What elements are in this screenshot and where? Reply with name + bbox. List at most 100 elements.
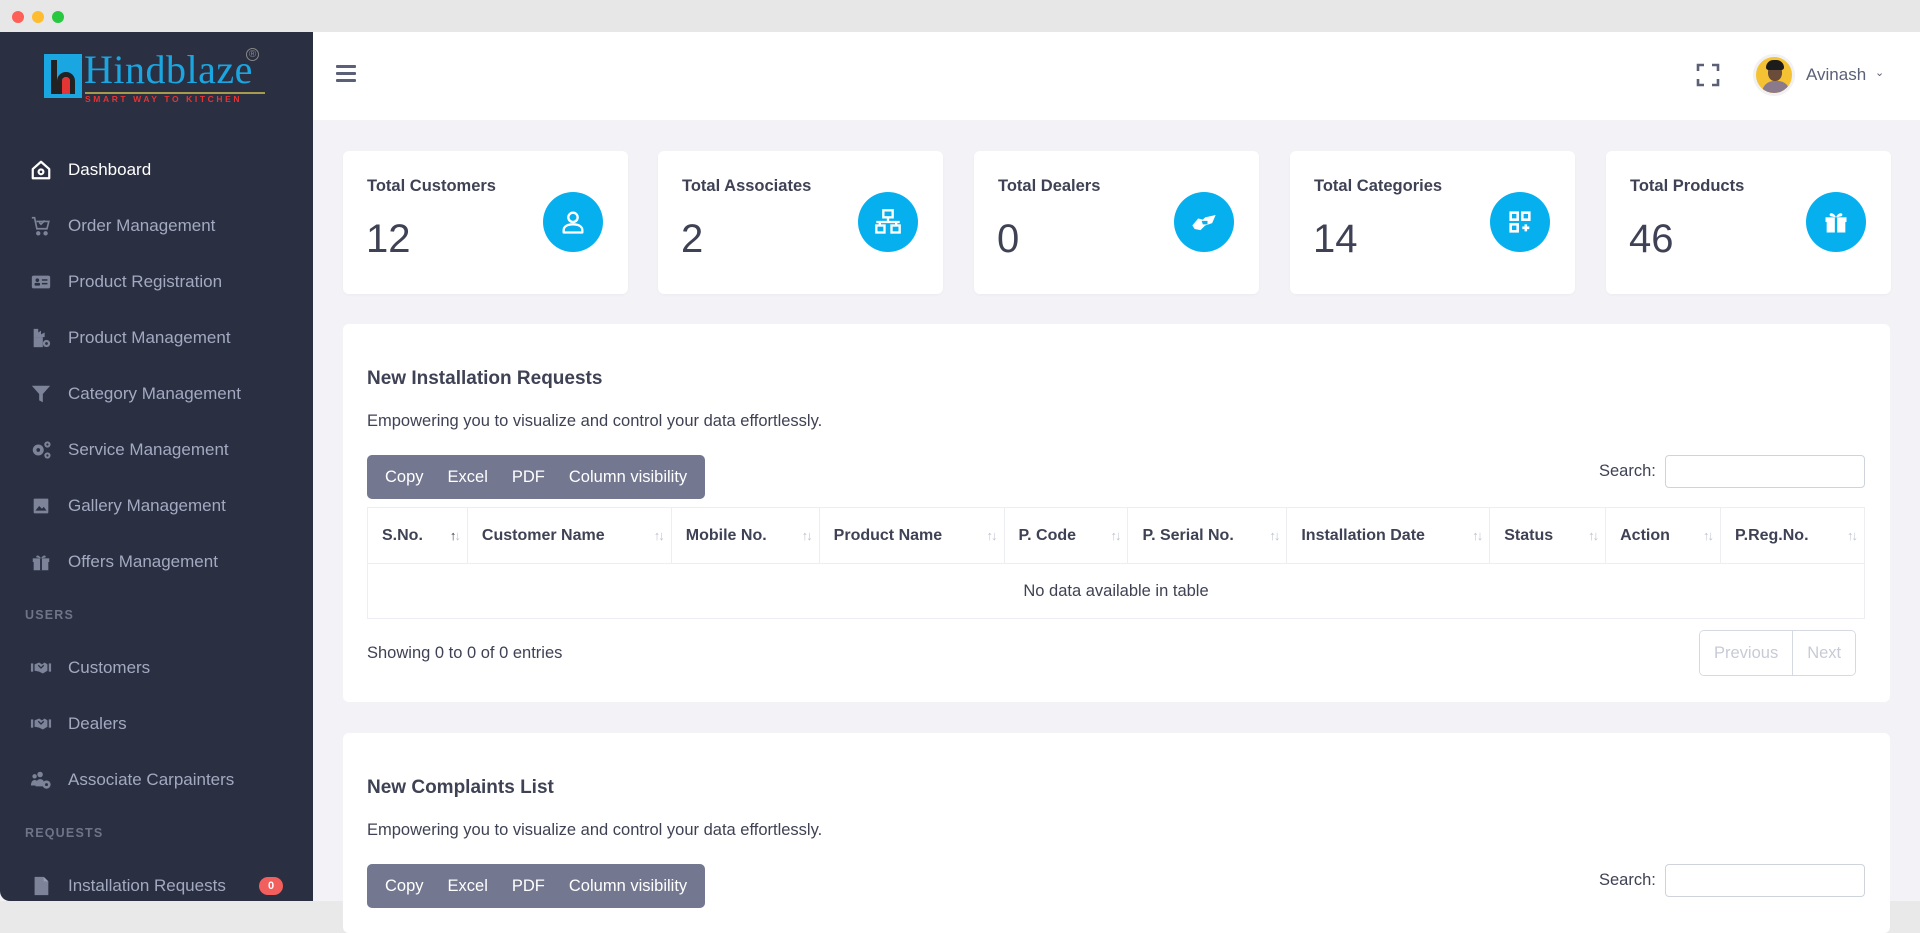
stat-value: 46 [1629, 217, 1674, 261]
sidebar-item-associate-carpainters[interactable]: Associate Carpainters [0, 752, 313, 808]
column-label: S.No. [382, 526, 423, 544]
column-header-product-name[interactable]: Product Name ↑↓ [818, 507, 1005, 564]
id-card-icon [30, 271, 52, 293]
column-header-p-code[interactable]: P. Code ↑↓ [1003, 507, 1129, 564]
pdf-button[interactable]: PDF [502, 455, 555, 499]
grid-plus-icon [1490, 192, 1550, 252]
copy-button[interactable]: Copy [375, 864, 434, 908]
search-label: Search: [1599, 462, 1656, 480]
window-close-button[interactable] [12, 11, 24, 23]
stat-card-total-associates: Total Associates 2 [658, 151, 943, 294]
column-label: Action [1620, 526, 1670, 544]
excel-button[interactable]: Excel [438, 455, 498, 499]
sidebar-item-label: Product Registration [68, 272, 223, 291]
column-header-customer-name[interactable]: Customer Name ↑↓ [466, 507, 672, 564]
column-header-p-reg-no[interactable]: P.Reg.No. ↑↓ [1720, 507, 1865, 564]
stat-label: Total Customers [367, 177, 496, 195]
panel-title: New Complaints List [367, 777, 554, 798]
sort-asc-icon: ↑↓ [449, 528, 461, 543]
window-minimize-button[interactable] [32, 11, 44, 23]
column-label: Product Name [833, 526, 943, 544]
column-label: P. Code [1018, 526, 1077, 544]
search-label: Search: [1599, 871, 1656, 889]
installation-requests-table: S.No. ↑↓ Customer Name ↑↓ Mobile No. ↑↓ Pro… [367, 507, 1865, 619]
column-label: Mobile No. [685, 526, 767, 544]
table-info: Showing 0 to 0 of 0 entries [367, 644, 563, 662]
sidebar-item-dealers[interactable]: Dealers [0, 696, 313, 752]
column-header-status[interactable]: Status ↑↓ [1489, 507, 1607, 564]
next-page-button[interactable]: Next [1792, 631, 1856, 675]
column-visibility-button[interactable]: Column visibility [559, 864, 697, 908]
chevron-down-icon[interactable]: ⌄ [1875, 66, 1884, 79]
sidebar-item-category-management[interactable]: Category Management [0, 366, 313, 422]
column-header-mobile-no[interactable]: Mobile No. ↑↓ [670, 507, 820, 564]
sidebar-item-label: Order Management [68, 216, 216, 235]
column-header-sno[interactable]: S.No. ↑↓ [367, 507, 468, 564]
sidebar-item-label: Dealers [68, 714, 127, 733]
sidebar-item-gallery-management[interactable]: Gallery Management [0, 478, 313, 534]
column-header-installation-date[interactable]: Installation Date ↑↓ [1286, 507, 1491, 564]
user-avatar[interactable] [1753, 54, 1795, 96]
panel-subtitle: Empowering you to visualize and control … [367, 412, 823, 430]
sidebar-item-label: Customers [68, 658, 151, 677]
column-label: P.Reg.No. [1735, 526, 1809, 544]
installation-requests-count-badge: 0 [259, 877, 283, 895]
stat-card-total-products: Total Products 46 [1606, 151, 1891, 294]
gift-icon [1806, 192, 1866, 252]
sidebar-item-product-registration[interactable]: Product Registration [0, 254, 313, 310]
user-name[interactable]: Avinash [1806, 65, 1866, 85]
sort-icon: ↑↓ [1110, 528, 1121, 543]
sidebar-item-installation-requests[interactable]: Installation Requests 0 [0, 858, 313, 901]
home-icon [30, 159, 52, 181]
column-label: Status [1504, 526, 1554, 544]
sort-icon: ↑↓ [1472, 528, 1483, 543]
copy-button[interactable]: Copy [375, 455, 434, 499]
image-icon [30, 495, 52, 517]
brand-name: Hindblaze [84, 47, 253, 92]
previous-page-button[interactable]: Previous [1700, 631, 1793, 675]
export-button-group: Copy Excel PDF Column visibility [367, 455, 706, 499]
stat-card-total-categories: Total Categories 14 [1290, 151, 1575, 294]
sidebar-item-label: Service Management [68, 440, 229, 459]
stat-card-total-customers: Total Customers 12 [343, 151, 628, 294]
complaints-list-panel: New Complaints List Empowering you to vi… [343, 733, 1890, 933]
expand-icon[interactable] [1696, 63, 1720, 87]
excel-button[interactable]: Excel [438, 864, 498, 908]
column-label: Customer Name [481, 526, 605, 544]
brand-tagline: SMART WAY TO KITCHEN [85, 94, 243, 104]
sidebar: Hindblaze ® SMART WAY TO KITCHEN Dashboa… [0, 32, 313, 901]
sidebar-item-product-management[interactable]: Product Management [0, 310, 313, 366]
hamburger-icon[interactable] [336, 65, 356, 85]
handshake-icon [1174, 192, 1234, 252]
handshake-icon [30, 713, 52, 735]
table-row: No data available in table [367, 563, 1865, 619]
column-visibility-button[interactable]: Column visibility [559, 455, 697, 499]
sidebar-item-label: Associate Carpainters [68, 770, 235, 789]
column-header-action[interactable]: Action ↑↓ [1605, 507, 1722, 564]
window-maximize-button[interactable] [52, 11, 64, 23]
sort-icon: ↑↓ [986, 528, 998, 543]
window-titlebar [0, 0, 1920, 32]
brand-logo[interactable]: Hindblaze ® SMART WAY TO KITCHEN [44, 47, 274, 104]
search-input[interactable] [1665, 864, 1865, 897]
product-gear-icon [30, 327, 52, 349]
sort-icon: ↑↓ [1703, 528, 1714, 543]
column-header-p-serial-no[interactable]: P. Serial No. ↑↓ [1127, 507, 1288, 564]
search-input[interactable] [1665, 455, 1865, 488]
table-header-row: S.No. ↑↓ Customer Name ↑↓ Mobile No. ↑↓ Pro… [367, 507, 1865, 564]
stat-card-total-dealers: Total Dealers 0 [974, 151, 1259, 294]
sidebar-item-service-management[interactable]: Service Management [0, 422, 313, 478]
registered-mark: ® [246, 48, 259, 61]
app: Hindblaze ® SMART WAY TO KITCHEN Dashboa… [0, 32, 1920, 933]
sort-icon: ↑↓ [653, 528, 665, 543]
sidebar-item-order-management[interactable]: Order Management [0, 198, 313, 254]
sidebar-item-dashboard[interactable]: Dashboard [0, 142, 313, 198]
export-button-group: Copy Excel PDF Column visibility [367, 864, 706, 908]
sidebar-item-customers[interactable]: Customers [0, 640, 313, 696]
sidebar-section-users: USERS [25, 608, 75, 622]
pdf-button[interactable]: PDF [502, 864, 555, 908]
stat-label: Total Dealers [998, 177, 1101, 195]
sidebar-item-label: Dashboard [68, 160, 152, 179]
sidebar-item-offers-management[interactable]: Offers Management [0, 534, 313, 590]
sidebar-item-label: Category Management [68, 384, 241, 403]
